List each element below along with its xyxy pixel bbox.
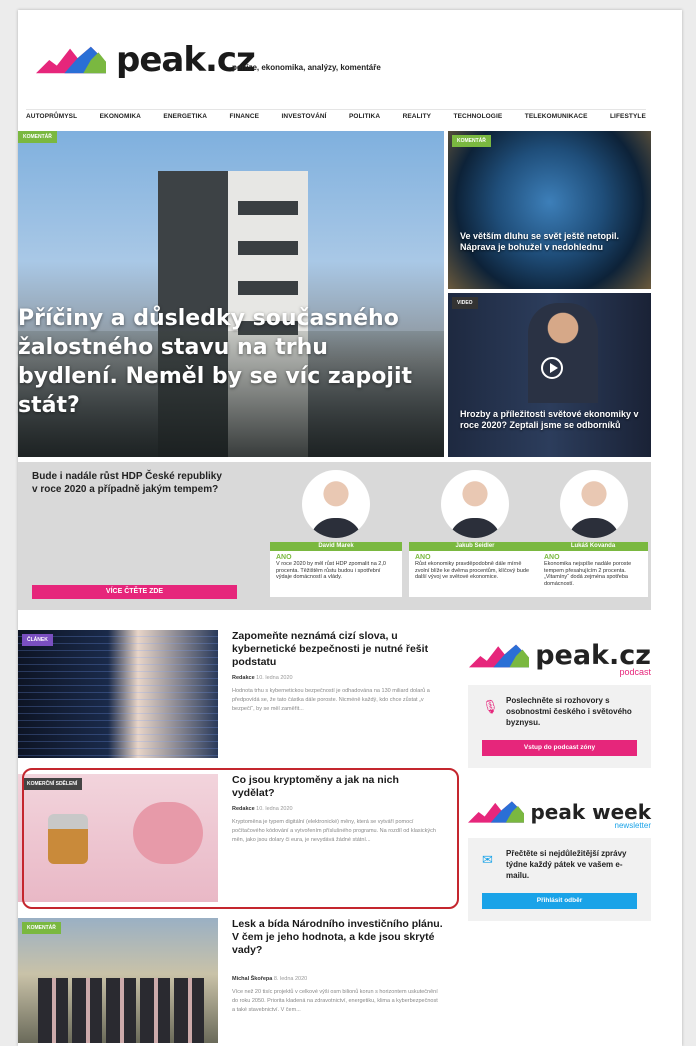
nav-item[interactable]: TELEKOMUNIKACE	[525, 113, 588, 120]
logo-mark-icon	[36, 46, 106, 74]
person-answer: ANO	[544, 554, 560, 561]
person-name: Lukáš Kovanda	[538, 542, 648, 551]
article-date: 8. ledna 2020	[273, 976, 308, 982]
poll-section: Bude i nadále růst HDP České republiky v…	[18, 462, 651, 610]
article-excerpt: Více než 20 tisíc projektů v celkové výš…	[232, 989, 438, 1013]
newsletter-text: Přečtěte si nejdůležitější zprávy týdne …	[506, 849, 627, 880]
podcast-text: Poslechněte si rozhovory s osobnostmi če…	[506, 696, 632, 727]
person-text: V roce 2020 by měl růst HDP zpomalit na …	[276, 561, 386, 580]
logo-text: peak.cz	[116, 40, 256, 80]
side-video-title: Hrozby a příležitosti světové ekonomiky …	[460, 409, 639, 430]
logo-mark-icon	[469, 644, 530, 667]
article-author: Michal Škořepa	[232, 976, 273, 982]
newsletter-button[interactable]: Přihlásit odběr	[482, 893, 637, 909]
play-icon[interactable]	[541, 357, 563, 379]
avatar	[441, 470, 509, 538]
newsletter-promo: peak week newsletter ✉ Přečtěte si nejdů…	[468, 800, 651, 921]
podcast-promo: peak.cz podcast 🎙 Poslechněte si rozhovo…	[468, 640, 651, 768]
side-top-tag: KOMENTÁŘ	[452, 135, 491, 147]
article-excerpt: Hodnota trhu s kybernetickou bezpečností…	[232, 688, 430, 712]
logo-mark-icon	[468, 801, 525, 823]
nav-item[interactable]: AUTOPRŮMYSL	[26, 113, 77, 120]
nav-item[interactable]: LIFESTYLE	[610, 113, 646, 120]
article-card[interactable]: KOMENTÁŘ Lesk a bída Národního investičn…	[18, 918, 444, 1043]
article-card[interactable]: ČLÁNEK Zapomeňte neznámá cizí slova, u k…	[18, 630, 444, 758]
article-meta: Michal Škořepa 8. ledna 2020	[232, 976, 307, 982]
nav-item[interactable]: REALITY	[403, 113, 432, 120]
person-answer: ANO	[276, 554, 292, 561]
article-author: Redakce	[232, 675, 255, 681]
poll-question: Bude i nadále růst HDP České republiky v…	[32, 471, 222, 495]
main-nav: AUTOPRŮMYSL EKONOMIKA ENERGETIKA FINANCE…	[26, 109, 646, 120]
person-name: Jakub Seidler	[409, 542, 541, 551]
poll-person: David Marek ANO V roce 2020 by měl růst …	[270, 470, 402, 597]
person-text: Ekonomika nejspíše nadále poroste tempem…	[544, 561, 632, 587]
person-name: David Marek	[270, 542, 402, 551]
avatar	[560, 470, 628, 538]
side-article-video[interactable]: VIDEO Hrozby a příležitosti světové ekon…	[448, 293, 651, 457]
side-top-title: Ve větším dluhu se svět ještě netopil. N…	[460, 231, 620, 252]
article-title[interactable]: Zapomeňte neznámá cizí slova, u kybernet…	[232, 630, 444, 669]
podcast-button[interactable]: Vstup do podcast zóny	[482, 740, 637, 756]
article-tag: KOMENTÁŘ	[22, 922, 61, 934]
nav-item[interactable]: EKONOMIKA	[100, 113, 141, 120]
poll-person: Lukáš Kovanda ANO Ekonomika nejspíše nad…	[538, 470, 648, 597]
nav-item[interactable]: POLITIKA	[349, 113, 380, 120]
nav-item[interactable]: FINANCE	[229, 113, 259, 120]
tagline: peníze, ekonomika, analýzy, komentáře	[232, 63, 381, 72]
hero-title[interactable]: Příčiny a důsledky současného žalostného…	[18, 304, 418, 420]
nav-item[interactable]: INVESTOVÁNÍ	[282, 113, 327, 120]
person-text: Růst ekonomiky pravděpodobně dále mírně …	[415, 561, 530, 580]
poll-person: Jakub Seidler ANO Růst ekonomiky pravděp…	[409, 470, 541, 597]
side-article-top[interactable]: KOMENTÁŘ Ve větším dluhu se svět ještě n…	[448, 131, 651, 289]
article-meta: Redakce 10. ledna 2020	[232, 675, 293, 681]
avatar	[302, 470, 370, 538]
read-more-button[interactable]: VÍCE ČTĚTE ZDE	[32, 585, 237, 599]
highlight-frame	[22, 768, 459, 909]
video-thumbnail	[528, 303, 598, 403]
nav-item[interactable]: ENERGETIKA	[163, 113, 207, 120]
envelope-icon: ✉	[482, 852, 493, 867]
side-video-tag: VIDEO	[452, 297, 478, 309]
person-answer: ANO	[415, 554, 431, 561]
nav-item[interactable]: TECHNOLOGIE	[454, 113, 503, 120]
site-logo[interactable]: peak.cz	[36, 40, 256, 80]
newsletter-box: ✉ Přečtěte si nejdůležitější zprávy týdn…	[468, 838, 651, 921]
article-date: 10. ledna 2020	[256, 675, 293, 681]
article-thumbnail	[18, 630, 218, 758]
podcast-box: 🎙 Poslechněte si rozhovory s osobnostmi …	[468, 685, 651, 768]
hero-tag: KOMENTÁŘ	[18, 131, 57, 143]
microphone-icon: 🎙	[482, 699, 499, 714]
people-image	[38, 978, 208, 1043]
article-tag: ČLÁNEK	[22, 634, 53, 646]
article-title[interactable]: Lesk a bída Národního investičního plánu…	[232, 918, 444, 957]
article-thumbnail	[18, 918, 218, 1043]
